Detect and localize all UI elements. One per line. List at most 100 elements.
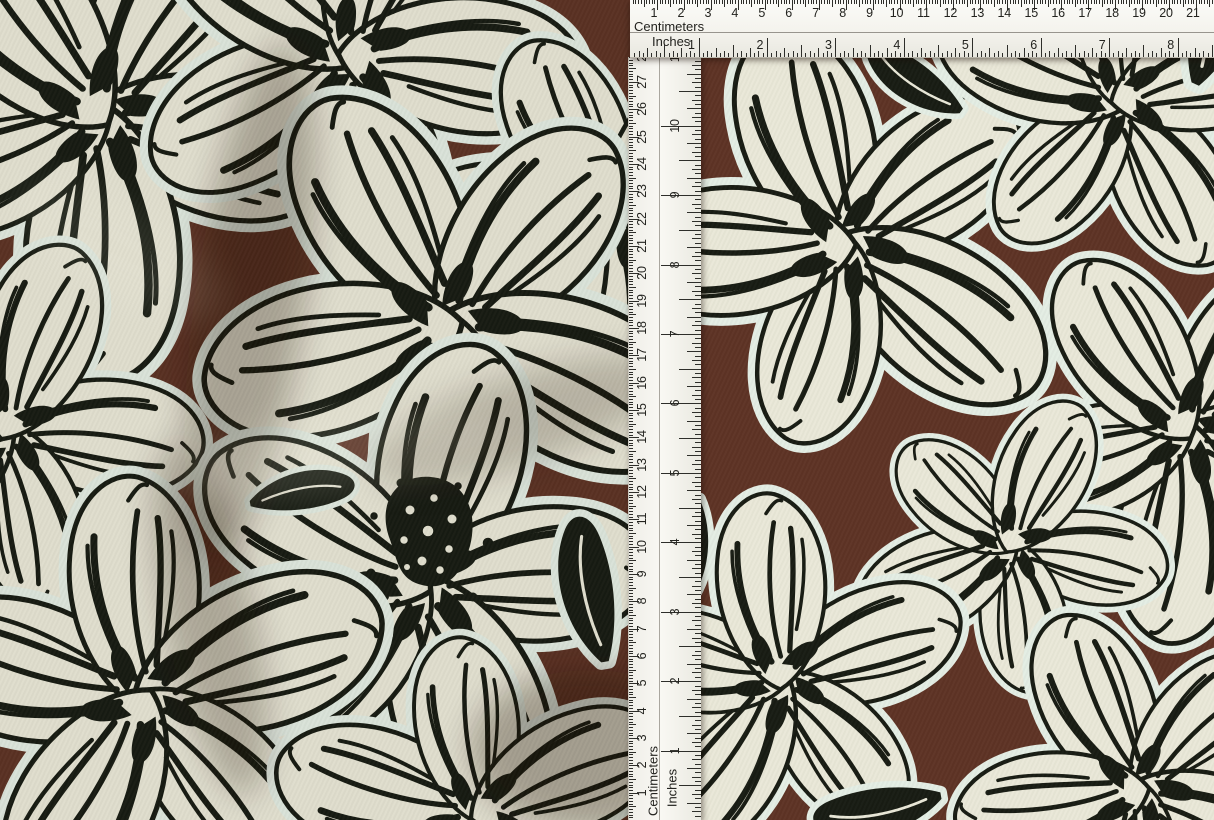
inch-sub-tick: [750, 48, 751, 57]
inch-sub-tick: [687, 699, 701, 700]
inch-sub-tick: [981, 51, 982, 58]
mm-tick: [629, 175, 633, 176]
mm-tick: [808, 0, 809, 4]
mm-tick: [1193, 0, 1194, 4]
inch-sub-tick: [692, 499, 701, 500]
inch-sub-tick: [801, 45, 802, 57]
inch-sub-tick: [681, 48, 682, 57]
mm-tick: [629, 235, 633, 236]
inch-number: 2: [668, 678, 682, 685]
mm-tick: [803, 0, 804, 4]
inch-sub-tick: [687, 386, 701, 387]
inch-sub-tick: [692, 377, 701, 378]
inch-sub-tick: [1161, 48, 1162, 57]
mm-tick: [886, 0, 887, 7]
inch-sub-tick: [679, 91, 701, 92]
mm-tick: [746, 0, 747, 4]
cm-number: 11: [917, 6, 930, 20]
inch-sub-tick: [891, 53, 892, 58]
mm-tick: [629, 435, 633, 436]
inch-sub-tick: [1152, 51, 1153, 58]
inch-sub-tick: [1126, 48, 1127, 57]
mm-tick: [629, 363, 633, 364]
inch-sub-tick: [687, 282, 701, 283]
mm-tick: [629, 123, 636, 124]
mm-tick: [629, 590, 633, 591]
mm-tick: [1164, 0, 1165, 4]
mm-tick: [719, 0, 720, 4]
mm-tick: [629, 692, 633, 693]
mm-tick: [988, 0, 989, 4]
inch-sub-tick: [695, 199, 702, 200]
mm-tick: [1005, 0, 1006, 4]
mm-tick: [629, 139, 633, 140]
mm-tick: [700, 0, 701, 4]
inch-sub-tick: [695, 61, 702, 62]
mm-tick: [1059, 0, 1060, 4]
mm-tick: [670, 0, 671, 7]
mm-tick: [629, 664, 633, 665]
inch-sub-tick: [687, 247, 701, 248]
inch-tick: [699, 38, 700, 57]
mm-tick: [641, 0, 642, 4]
inch-sub-tick: [925, 53, 926, 58]
mm-tick: [724, 0, 725, 7]
mm-tick: [629, 347, 633, 348]
mm-tick: [629, 142, 633, 143]
mm-tick: [629, 544, 633, 545]
inch-sub-tick: [695, 182, 702, 183]
mm-tick: [629, 478, 636, 479]
cm-number: 6: [635, 653, 649, 660]
mm-tick: [629, 309, 633, 310]
mm-tick: [629, 404, 633, 405]
inch-sub-tick: [692, 707, 701, 708]
mm-tick: [959, 0, 960, 4]
mm-tick: [629, 344, 633, 345]
inch-sub-tick: [692, 534, 701, 535]
mm-tick: [629, 555, 633, 556]
inch-sub-tick: [1195, 48, 1196, 57]
mm-tick: [629, 68, 636, 69]
inch-sub-tick: [692, 186, 701, 187]
mm-tick: [629, 456, 633, 457]
inch-sub-tick: [692, 551, 701, 552]
mm-tick: [629, 71, 633, 72]
mm-tick: [629, 199, 633, 200]
inch-sub-tick: [695, 807, 702, 808]
mm-tick: [629, 342, 636, 343]
cm-number: 12: [944, 6, 958, 20]
mm-tick: [629, 260, 636, 261]
inch-sub-tick: [695, 173, 702, 174]
mm-tick: [629, 815, 633, 816]
inch-sub-tick: [695, 304, 702, 305]
mm-tick: [921, 0, 922, 4]
cm-number: 8: [839, 6, 846, 20]
inch-sub-tick: [679, 508, 701, 509]
inch-sub-tick: [695, 581, 702, 582]
mm-tick: [629, 697, 636, 698]
mm-tick: [629, 257, 633, 258]
cm-number: 5: [635, 680, 649, 687]
mm-tick: [629, 298, 633, 299]
inch-sub-tick: [679, 577, 701, 578]
inch-sub-tick: [703, 53, 704, 58]
inch-sub-tick: [695, 521, 702, 522]
horizontal-ruler: Centimeters Inches 123456789101112131415…: [630, 0, 1214, 58]
mm-tick: [1147, 0, 1148, 4]
cm-number: 21: [1186, 6, 1200, 20]
mm-tick: [859, 0, 860, 7]
mm-tick: [629, 694, 633, 695]
mm-tick: [629, 238, 633, 239]
mm-tick: [1099, 0, 1100, 4]
mm-tick: [1153, 0, 1154, 4]
fabric-photo: [0, 0, 1214, 820]
fabric-folds-shading: [0, 0, 710, 820]
inch-sub-tick: [695, 364, 702, 365]
mm-tick: [991, 0, 992, 4]
mm-tick: [762, 0, 763, 4]
inch-sub-tick: [977, 53, 978, 58]
inch-sub-tick: [695, 607, 702, 608]
mm-tick: [743, 0, 744, 4]
inch-sub-tick: [985, 53, 986, 58]
inch-sub-tick: [695, 555, 702, 556]
